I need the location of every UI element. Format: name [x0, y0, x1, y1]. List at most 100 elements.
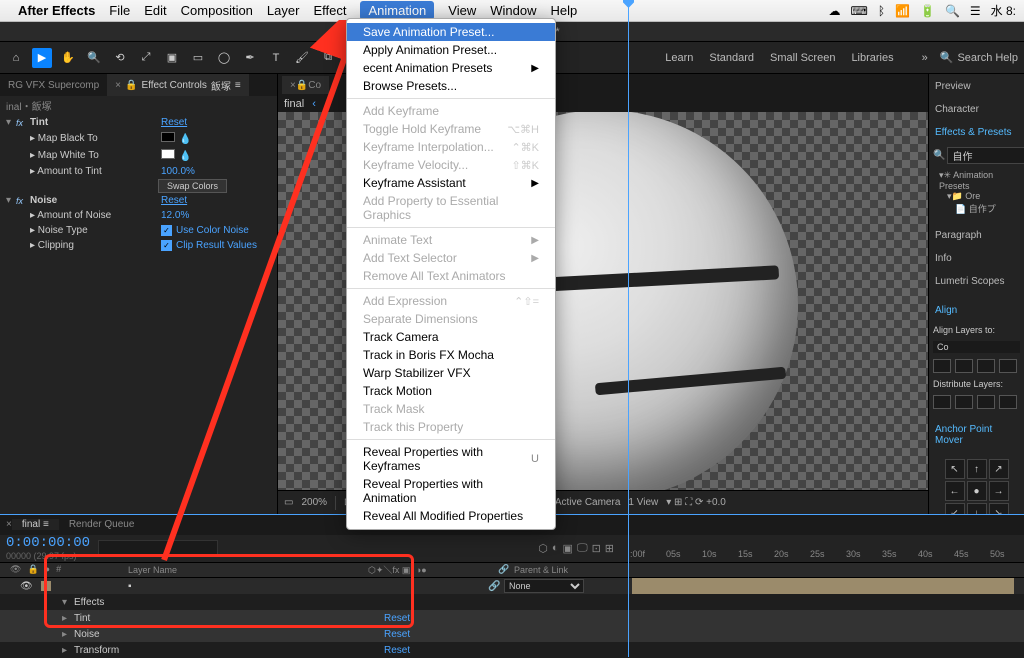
reset-link[interactable]: Reset	[384, 629, 424, 640]
col-switches[interactable]: ⬡✦＼fx ▣◐◑●	[368, 563, 498, 576]
comp-subtab[interactable]: final	[284, 98, 304, 110]
nav-fwd-icon[interactable]: ›	[324, 98, 336, 110]
current-timecode[interactable]: 0:00:00:00	[6, 535, 90, 551]
effect-name[interactable]: Tint	[30, 117, 161, 128]
view-opts[interactable]: ▾ ⊞ ⛶ ⟳ +0.0	[666, 497, 726, 508]
menu-item-browse-presets[interactable]: Browse Presets...	[347, 77, 555, 95]
col-layer-name[interactable]: Layer Name	[128, 565, 368, 575]
distribute-icons[interactable]	[933, 395, 1020, 409]
menu-file[interactable]: File	[109, 3, 130, 18]
reset-link[interactable]: Reset	[384, 613, 424, 624]
panel-anchor[interactable]: Anchor Point Mover	[933, 421, 1020, 449]
hand-tool[interactable]: ✋	[58, 48, 78, 68]
menu-item-track-in-boris-fx-mocha[interactable]: Track in Boris FX Mocha	[347, 346, 555, 364]
panel-paragraph[interactable]: Paragraph	[933, 227, 1020, 244]
menu-item-keyframe-assistant[interactable]: Keyframe Assistant▶	[347, 174, 555, 192]
color-swatch[interactable]	[161, 132, 175, 142]
nav-back-icon[interactable]: ‹	[308, 98, 320, 110]
preset-search-input[interactable]	[947, 147, 1024, 164]
menu-item-warp-stabilizer-vfx[interactable]: Warp Stabilizer VFX	[347, 364, 555, 382]
swap-colors-button[interactable]: Swap Colors	[158, 179, 227, 193]
menu-item-reveal-properties-with-animation[interactable]: Reveal Properties with Animation	[347, 475, 555, 507]
menu-item-track-motion[interactable]: Track Motion	[347, 382, 555, 400]
parent-select[interactable]: None	[504, 579, 584, 593]
menu-item-track-camera[interactable]: Track Camera	[347, 328, 555, 346]
view-count[interactable]: 1 View	[628, 497, 658, 508]
search-icon[interactable]: 🔍	[945, 4, 960, 18]
layer-bar[interactable]	[632, 578, 1014, 594]
comp-tab[interactable]: × 🔒 Co	[282, 76, 329, 94]
prop-name[interactable]: ▸ Clipping	[30, 240, 161, 251]
lock-icon[interactable]: 🔒	[125, 80, 137, 91]
tab-effect-controls[interactable]: × 🔒 Effect Controls 飯塚 ≡	[107, 74, 249, 96]
menu-help[interactable]: Help	[550, 3, 577, 18]
menu-item-ecent-animation-presets[interactable]: ecent Animation Presets▶	[347, 59, 555, 77]
lock-col-icon[interactable]: 🔒	[27, 564, 38, 575]
menu-item-save-animation-preset[interactable]: Save Animation Preset...	[347, 23, 555, 41]
pen-tool[interactable]: ✒	[240, 48, 260, 68]
panel-lumetri[interactable]: Lumetri Scopes	[933, 273, 1020, 290]
menu-effect[interactable]: Effect	[313, 3, 346, 18]
anchor-grid[interactable]: ↖↑↗ ←●→ ↙↓↘	[945, 459, 1009, 514]
panel-effects-presets[interactable]: Effects & Presets	[933, 124, 1020, 141]
menu-edit[interactable]: Edit	[144, 3, 166, 18]
eyedropper-icon[interactable]: 💧	[179, 151, 191, 162]
help-search[interactable]: 🔍 Search Help	[940, 51, 1018, 64]
panel-info[interactable]: Info	[933, 250, 1020, 267]
workspace-small-screen[interactable]: Small Screen	[770, 52, 835, 64]
close-icon[interactable]: ×	[115, 80, 121, 91]
align-icons[interactable]	[933, 359, 1020, 373]
menu-layer[interactable]: Layer	[267, 3, 300, 18]
menu-item-apply-animation-preset[interactable]: Apply Animation Preset...	[347, 41, 555, 59]
timeline-tab-render[interactable]: Render Queue	[59, 519, 145, 530]
brush-tool[interactable]: 🖌	[292, 48, 312, 68]
menu-view[interactable]: View	[448, 3, 476, 18]
checkbox[interactable]: ✓	[161, 225, 172, 236]
effect-name[interactable]: Noise	[30, 195, 161, 206]
zoom-tool[interactable]: 🔍	[84, 48, 104, 68]
prop-name[interactable]: ▸ Amount of Noise	[30, 210, 161, 221]
prop-name[interactable]: ▸ Amount to Tint	[30, 166, 161, 177]
reset-link[interactable]: Reset	[161, 195, 271, 206]
clock[interactable]: 水 8:	[991, 2, 1016, 19]
magnify-icon[interactable]: ▭	[284, 497, 293, 508]
eye-icon[interactable]: 👁	[10, 564, 21, 575]
menu-item-reveal-all-modified-properties[interactable]: Reveal All Modified Properties	[347, 507, 555, 525]
anchor-tool[interactable]: ▣	[162, 48, 182, 68]
checkbox[interactable]: ✓	[161, 240, 172, 251]
workspace-libraries[interactable]: Libraries	[851, 52, 893, 64]
time-ruler[interactable]: :00f05s10s15s20s25s30s35s40s45s50s	[620, 535, 1024, 562]
reset-link[interactable]: Reset	[384, 645, 424, 656]
tab-supercomp[interactable]: RG VFX Supercomp	[0, 74, 107, 96]
panel-character[interactable]: Character	[933, 101, 1020, 118]
zoom-level[interactable]: 200%	[301, 497, 327, 508]
eyedropper-icon[interactable]: 💧	[179, 134, 191, 145]
prop-value[interactable]: 12.0%	[161, 210, 271, 221]
timeline-search[interactable]	[98, 540, 218, 557]
prop-name[interactable]: ▸ Noise Type	[30, 225, 161, 236]
prop-name[interactable]: ▸ Map White To	[30, 150, 161, 161]
align-target[interactable]: Co	[933, 341, 1020, 353]
shape-tool[interactable]: ▭	[188, 48, 208, 68]
rotate-tool[interactable]: ⤢	[136, 48, 156, 68]
prop-name[interactable]: ▸ Map Black To	[30, 133, 161, 144]
menu-window[interactable]: Window	[490, 3, 536, 18]
menu-composition[interactable]: Composition	[181, 3, 253, 18]
timeline-icons[interactable]: ⬡◐▣🖵⊡⊞	[538, 542, 614, 555]
clone-tool[interactable]: ⧉	[318, 48, 338, 68]
reset-link[interactable]: Reset	[161, 117, 271, 128]
control-center-icon[interactable]: ☰	[970, 4, 981, 18]
camera-sel[interactable]: Active Camera	[555, 497, 621, 508]
preset-tree[interactable]: ▾✳ Animation Presets ▾📁 Ore 📄 自作プ	[933, 170, 1020, 215]
panel-align[interactable]: Align	[933, 302, 1020, 319]
timeline-tab-comp[interactable]: final ≡	[12, 519, 59, 530]
workspace-standard[interactable]: Standard	[709, 52, 754, 64]
color-swatch[interactable]	[161, 149, 175, 159]
menu-item-reveal-properties-with-keyframes[interactable]: Reveal Properties with KeyframesU	[347, 443, 555, 475]
workspace-learn[interactable]: Learn	[665, 52, 693, 64]
prop-value[interactable]: 100.0%	[161, 166, 271, 177]
home-icon[interactable]: ⌂	[6, 48, 26, 68]
orbit-tool[interactable]: ⟲	[110, 48, 130, 68]
type-tool[interactable]: T	[266, 48, 286, 68]
selection-tool[interactable]: ▶	[32, 48, 52, 68]
